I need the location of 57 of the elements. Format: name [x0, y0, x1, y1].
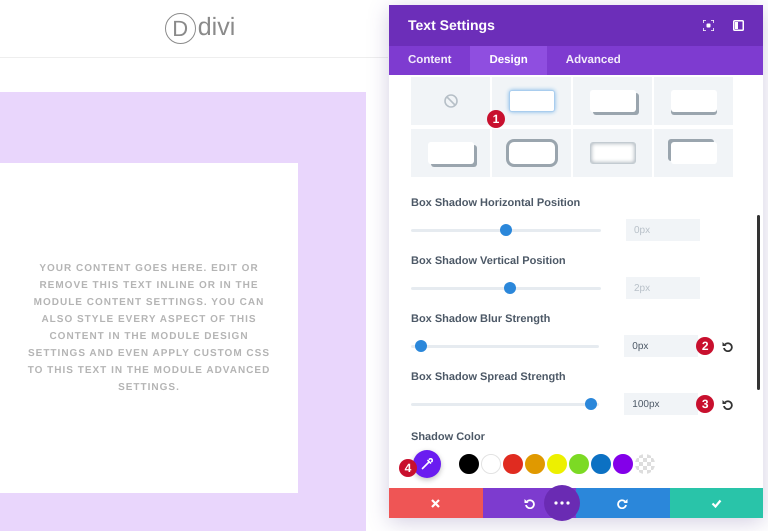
shadow-preview [508, 90, 554, 112]
color-swatch[interactable] [591, 454, 611, 474]
settings-tab[interactable]: Advanced [546, 46, 640, 75]
setting-label: Box Shadow Vertical Position [411, 254, 567, 268]
color-swatch[interactable] [525, 454, 545, 474]
none-icon [444, 94, 458, 108]
shadow-preset[interactable] [411, 129, 490, 177]
slider-track[interactable] [411, 340, 600, 352]
shadow-preset[interactable] [492, 77, 571, 125]
slider-thumb[interactable] [414, 340, 427, 352]
color-swatch[interactable] [459, 454, 479, 474]
reset-icon[interactable] [722, 340, 733, 352]
body-text: YOUR CONTENT GOES HERE. EDIT OR REMOVE THIS TEXT INLINE OR IN THE MODULE CONTENT SETTINGS. YOU CAN ALSO STYLE EVERY ASPECT OF THIS CONTENT IN THE MODULE DESIGN SETTINGS AND EVEN APPLY CUSTOM CSS TO THIS TEXT IN THE MODULE ADVANCED SETTINGS. [26, 262, 272, 395]
shadow-preset[interactable] [654, 77, 733, 125]
sidebar-icon[interactable] [733, 20, 744, 31]
checkmark-icon [710, 498, 722, 508]
undo-icon [524, 498, 535, 508]
slider-track[interactable] [411, 398, 600, 410]
shadow-color-label: Shadow Color [411, 430, 486, 444]
shadow-preview [508, 142, 554, 164]
setting-label: Box Shadow Spread Strength [411, 370, 567, 384]
eyedropper-icon [421, 458, 433, 470]
slider-track[interactable] [411, 224, 601, 236]
step-badge: 1 [487, 110, 505, 128]
value-field[interactable]: 0px [624, 335, 698, 357]
panel-title: Text Settings [408, 16, 496, 35]
shadow-preset[interactable] [573, 77, 652, 125]
color-swatch[interactable] [503, 454, 523, 474]
shadow-preview [670, 142, 716, 164]
slider-track[interactable] [411, 282, 601, 294]
logo-mark: D [164, 13, 196, 44]
shadow-preset[interactable] [492, 129, 571, 177]
slider-thumb[interactable] [585, 398, 598, 410]
settings-tab[interactable]: Content [389, 46, 470, 75]
shadow-preset[interactable] [654, 129, 733, 177]
redo-icon [617, 498, 628, 508]
value-field[interactable]: 100px [624, 393, 698, 415]
close-icon [430, 498, 442, 508]
shadow-preview [428, 142, 474, 164]
more-dots-icon [554, 501, 570, 505]
slider-thumb[interactable] [500, 224, 512, 236]
shadow-preview [590, 90, 636, 112]
more-options-menu[interactable] [544, 485, 580, 521]
settings-tab[interactable]: Design [470, 46, 547, 75]
setting-label: Box Shadow Blur Strength [411, 312, 552, 326]
shadow-preview [670, 90, 716, 112]
logo-text: divi [198, 15, 236, 42]
value-field[interactable]: 2px [626, 277, 700, 299]
fullscreen-icon[interactable] [703, 20, 714, 31]
color-picker-button[interactable] [413, 450, 441, 478]
reset-icon[interactable] [722, 398, 733, 410]
color-swatch[interactable] [613, 454, 633, 474]
step-badge: 4 [399, 459, 417, 477]
value-field[interactable]: 0px [626, 219, 700, 241]
setting-label: Box Shadow Horizontal Position [411, 196, 582, 210]
shadow-preview [590, 142, 636, 164]
slider-thumb[interactable] [504, 282, 516, 294]
